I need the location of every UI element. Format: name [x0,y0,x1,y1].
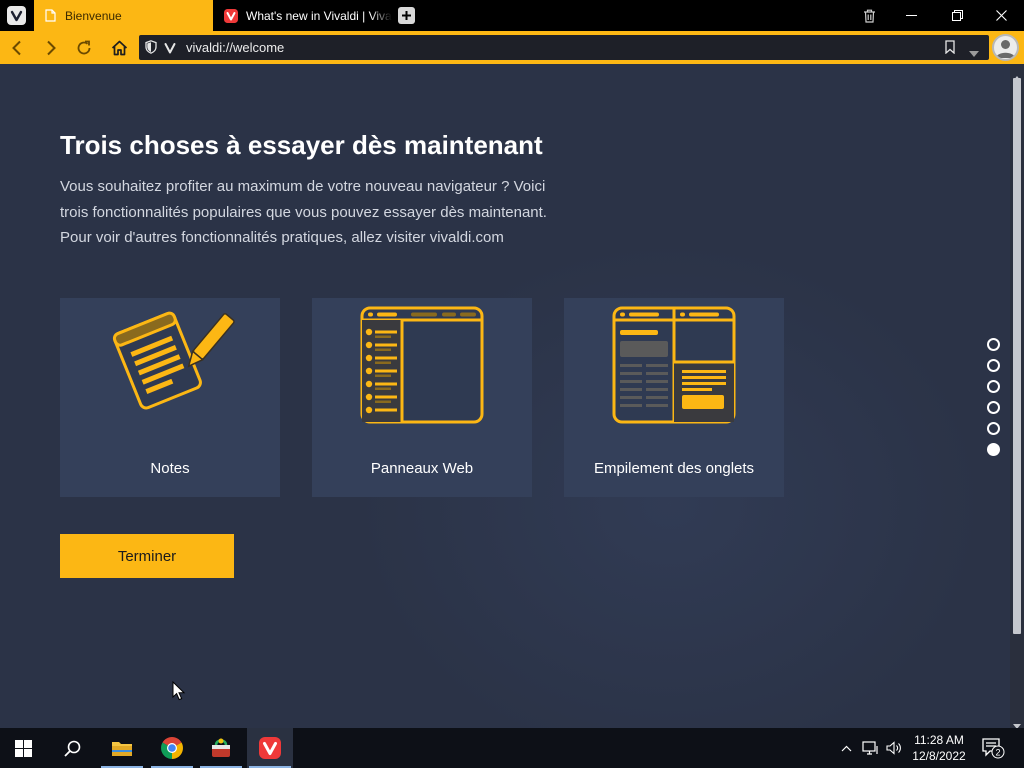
url-field[interactable]: vivaldi://welcome [139,35,989,60]
new-tab-button[interactable] [398,7,415,24]
trash-icon[interactable] [846,0,892,31]
windows-taskbar: 11:28 AM 12/8/2022 2 [0,728,1024,768]
step-dot[interactable] [987,380,1000,393]
file-explorer-icon[interactable] [99,728,145,768]
forward-button[interactable] [39,36,63,60]
step-dot[interactable] [987,359,1000,372]
vivaldi-menu-button[interactable] [0,0,33,31]
step-dot[interactable] [987,422,1000,435]
reload-button[interactable] [72,36,96,60]
clock-time: 11:28 AM [914,733,964,747]
tab-title: Bienvenue [65,8,122,23]
scrollbar-thumb[interactable] [1013,78,1021,634]
volume-icon[interactable] [884,728,904,768]
notification-count: 2 [995,748,1000,758]
vivaldi-icon[interactable] [247,728,293,768]
back-button[interactable] [5,36,29,60]
address-bar: vivaldi://welcome [0,31,1024,64]
start-icon[interactable] [0,728,46,768]
feature-card-web-panels[interactable]: Panneaux Web [312,298,532,497]
url-text: vivaldi://welcome [186,40,285,55]
vivaldi-logo-icon [7,6,26,25]
shield-icon[interactable] [145,40,157,59]
home-button[interactable] [107,36,131,60]
card-label: Panneaux Web [370,460,474,477]
minimize-button[interactable] [888,0,934,31]
intro-line: Pour voir d'autres fonctionnalités prati… [60,229,504,246]
chevron-up-icon[interactable] [838,728,854,768]
notes-icon [60,306,280,431]
profile-avatar-icon[interactable] [992,34,1019,61]
intro-line: trois fonctionnalités populaires que vou… [60,203,547,221]
tab-bar: Bienvenue What's new in Vivaldi | Vivald… [0,0,1024,31]
page-title: Trois choses à essayer dès maintenant [60,130,543,160]
clock-date: 12/8/2022 [912,749,966,763]
tab-whats-new[interactable]: What's new in Vivaldi | Vivaldi [215,0,392,31]
page-icon [43,9,57,23]
intro-line: Vous souhaitez profiter au maximum de vo… [60,178,546,195]
system-clock[interactable]: 11:28 AM 12/8/2022 [906,732,972,764]
finish-button[interactable]: Terminer [60,534,234,578]
app-icon[interactable] [198,728,244,768]
bookmark-icon[interactable] [945,40,955,59]
tab-bienvenue[interactable]: Bienvenue [34,0,213,31]
progress-dots [987,338,1000,464]
card-label: Empilement des onglets [593,460,755,477]
vertical-scrollbar[interactable] [1010,64,1024,729]
card-label: Notes [150,460,190,477]
mouse-cursor-icon [172,680,186,706]
step-dot[interactable] [987,338,1000,351]
chrome-icon[interactable] [149,728,195,768]
vivaldi-favicon-icon [224,8,238,23]
step-dot[interactable] [987,401,1000,414]
close-button[interactable] [978,0,1024,31]
web-panels-icon [312,306,532,431]
welcome-page: Trois choses à essayer dès maintenant Vo… [0,64,1010,728]
vivaldi-site-icon [164,41,176,59]
tab-title: What's new in Vivaldi | Vivaldi [246,8,392,23]
tab-stacking-icon [564,306,784,431]
feature-card-notes[interactable]: Notes [60,298,280,497]
step-dot-current[interactable] [987,443,1000,456]
notification-center-icon[interactable]: 2 [980,728,1006,768]
feature-card-tab-stacking[interactable]: Empilement des onglets [564,298,784,497]
intro-text: Vous souhaitez profiter au maximum de vo… [60,174,600,251]
search-icon[interactable] [49,728,95,768]
chevron-down-icon[interactable] [969,44,979,62]
network-icon[interactable] [860,728,882,768]
restore-button[interactable] [934,0,980,31]
